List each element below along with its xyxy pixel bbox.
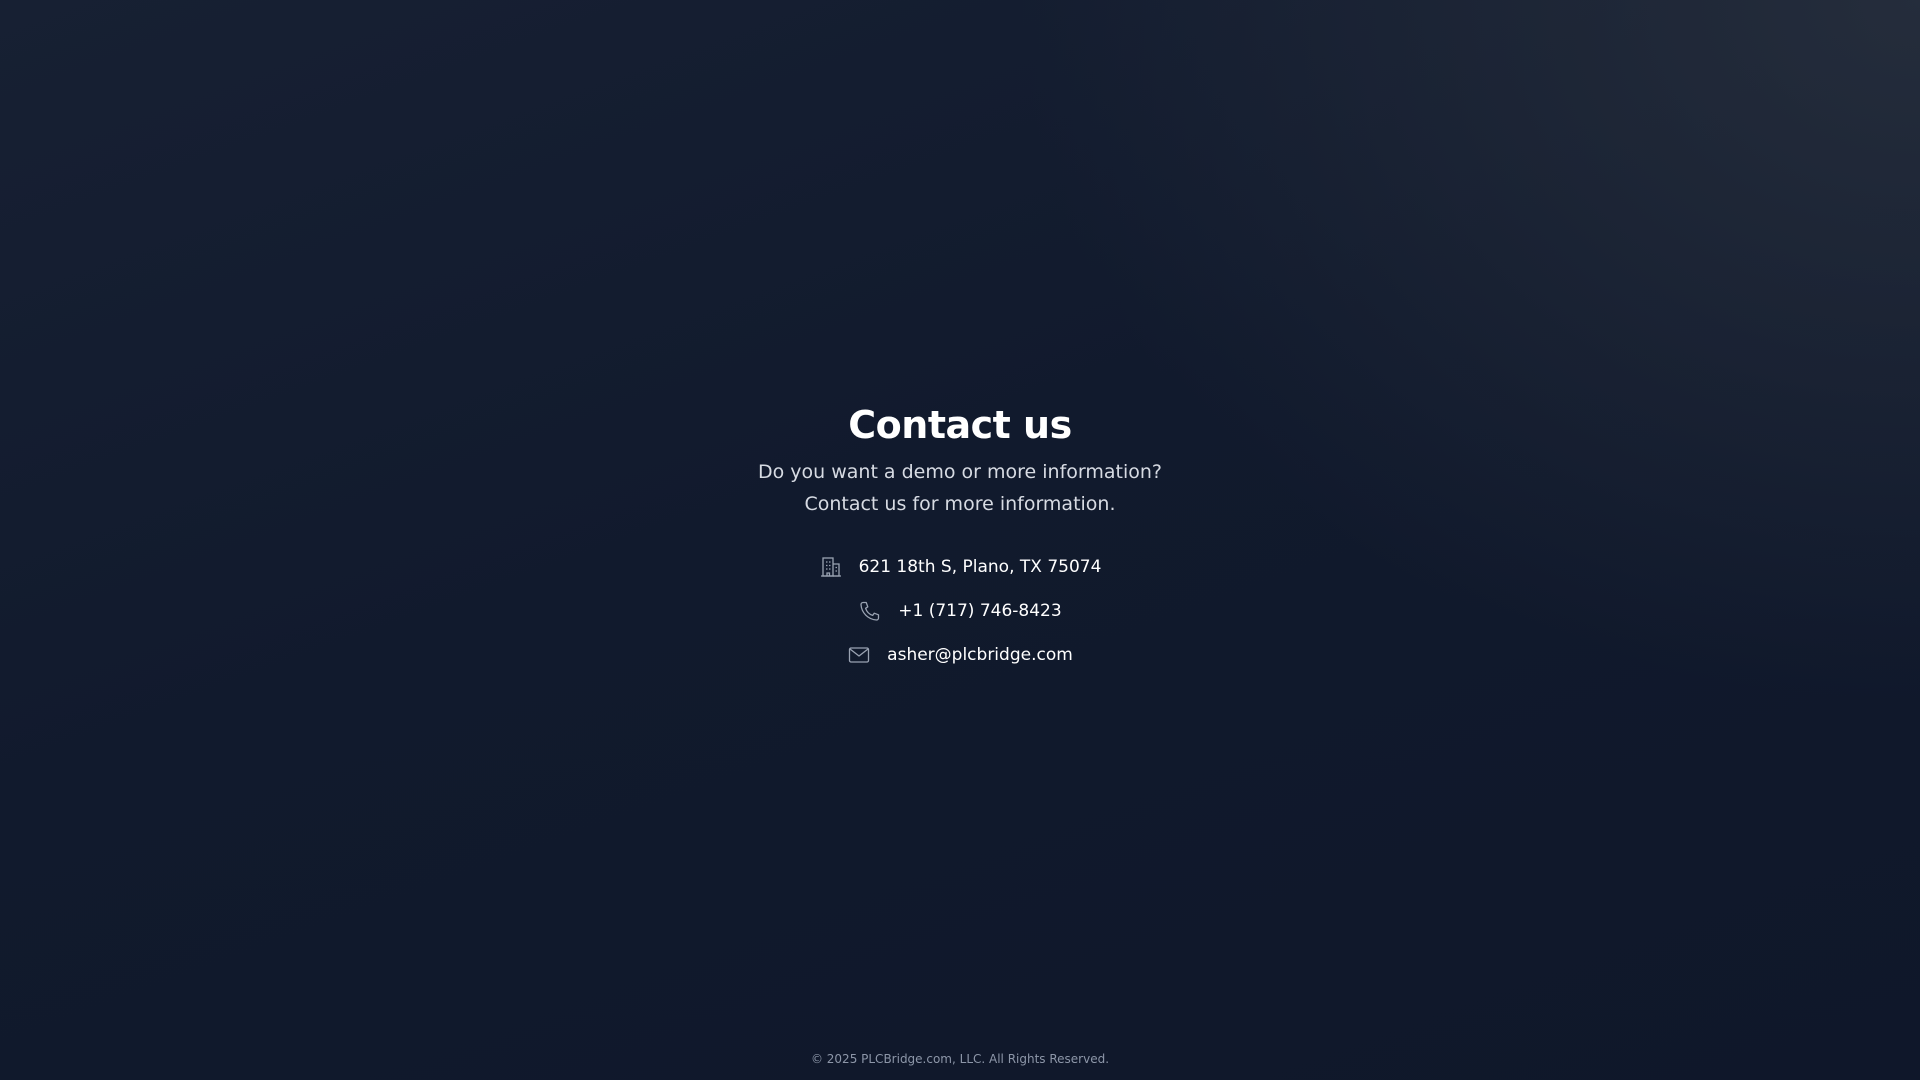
mail-icon [847, 643, 871, 667]
building-icon [819, 555, 843, 579]
subtitle-line-1: Do you want a demo or more information? [757, 461, 1163, 483]
phone-text: +1 (717) 746-8423 [898, 601, 1062, 621]
email-text: asher@plcbridge.com [887, 645, 1073, 665]
contact-email-link[interactable]: asher@plcbridge.com [847, 640, 1073, 670]
copyright-text: © 2025 PLCBridge.com, LLC. All Rights Re… [810, 1052, 1110, 1066]
contact-section: Contact us Do you want a demo or more in… [0, 400, 1920, 670]
footer: © 2025 PLCBridge.com, LLC. All Rights Re… [0, 1052, 1920, 1066]
subtitle: Do you want a demo or more information? … [758, 456, 1162, 520]
phone-icon [858, 599, 882, 623]
contact-list: 621 18th S, Plano, TX 75074 +1 (717) 746… [819, 552, 1102, 670]
contact-phone-link[interactable]: +1 (717) 746-8423 [858, 596, 1062, 626]
contact-address: 621 18th S, Plano, TX 75074 [819, 552, 1102, 582]
page-title: Contact us [848, 403, 1072, 447]
subtitle-line-2: Contact us for more information. [804, 493, 1116, 515]
address-text: 621 18th S, Plano, TX 75074 [858, 557, 1102, 577]
